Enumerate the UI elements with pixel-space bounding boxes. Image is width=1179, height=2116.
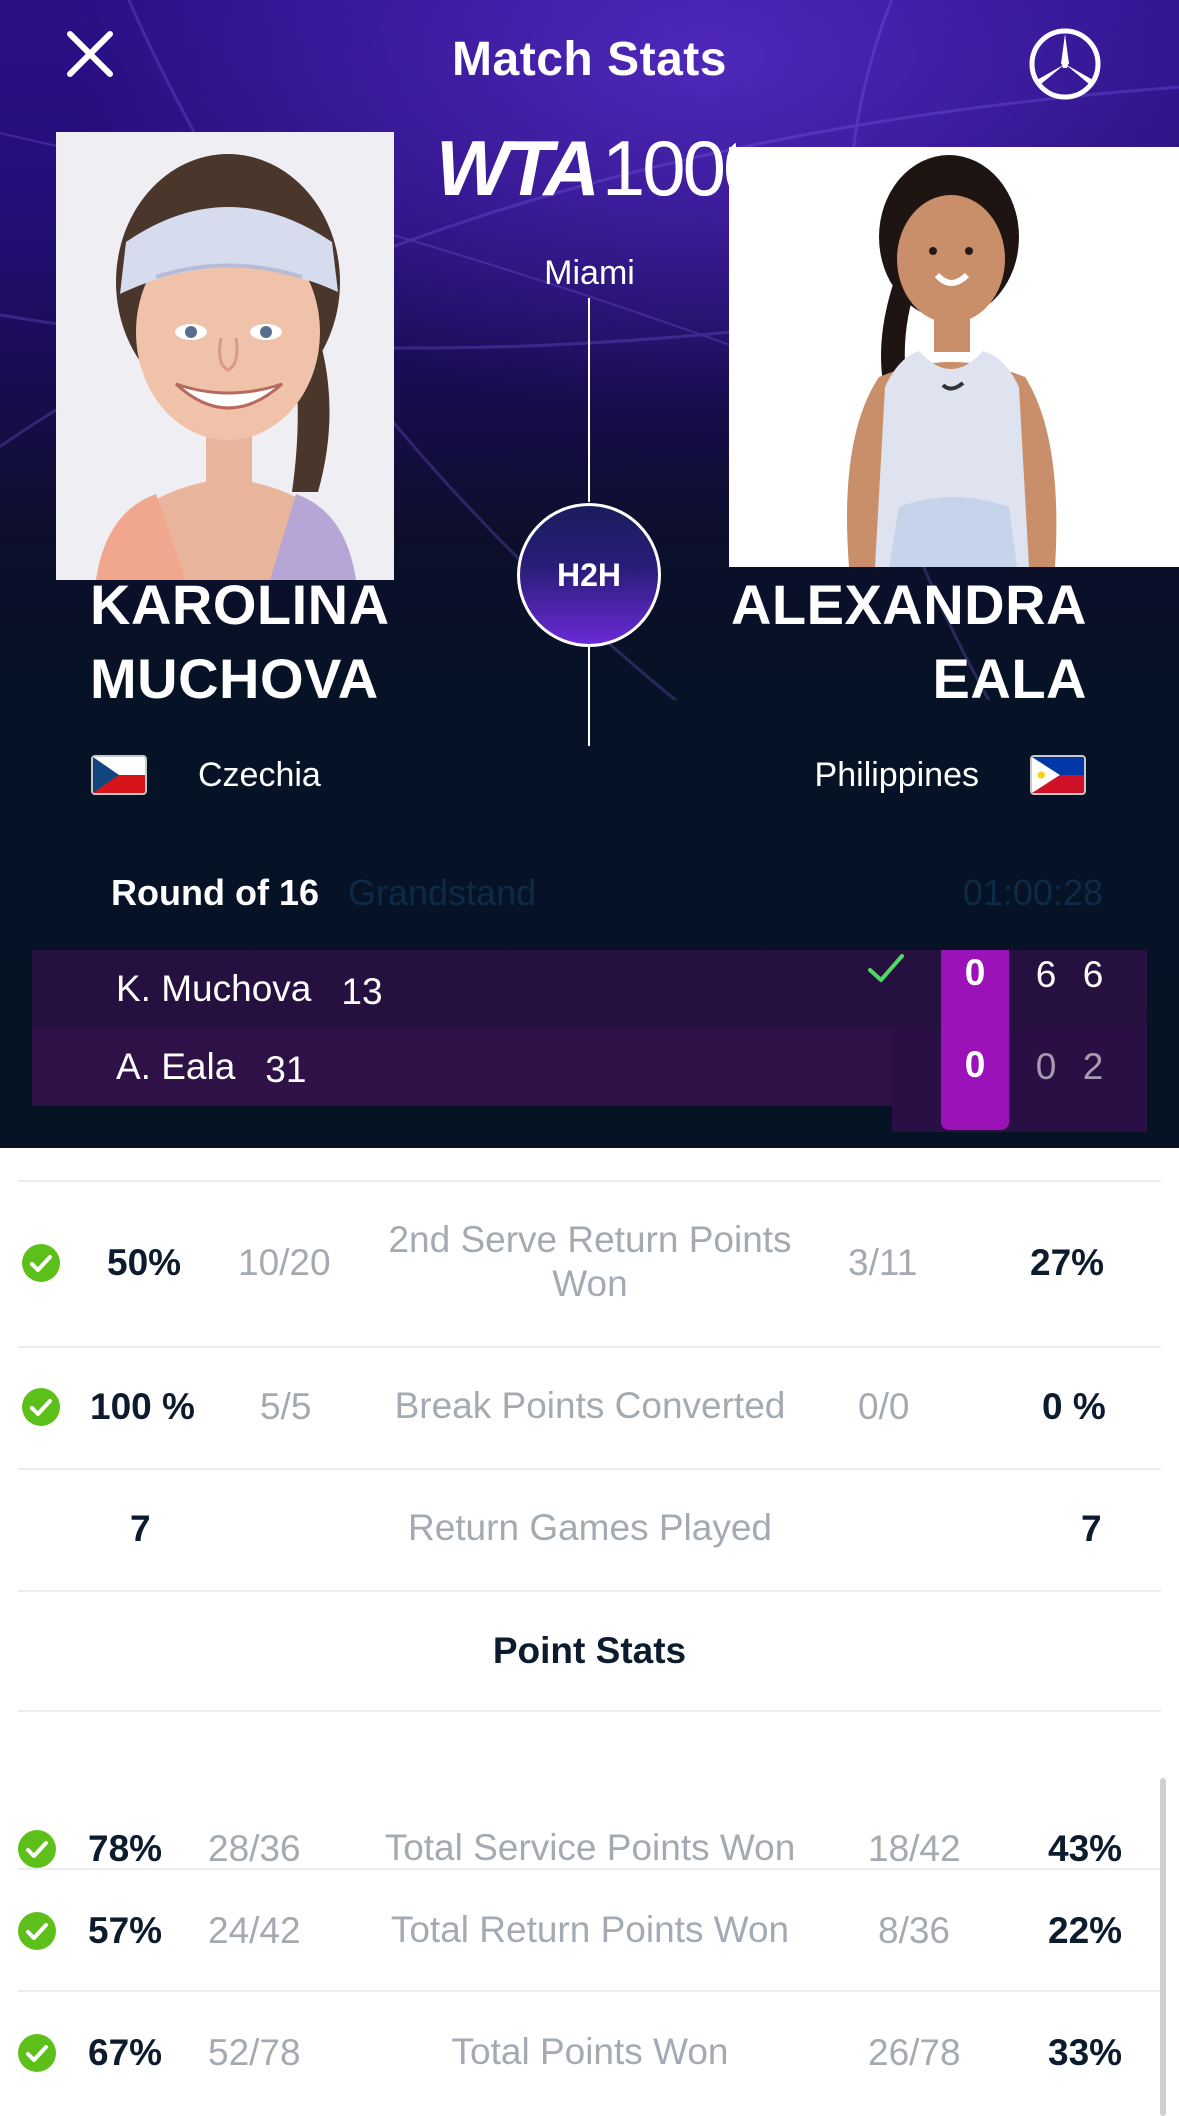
- stat-left-frac: 10/20: [238, 1242, 331, 1283]
- stat-left-pct: 57%: [88, 1910, 163, 1951]
- stat-row-2nd-serve-return: 50% 10/20 2nd Serve Return Points Won 3/…: [18, 1180, 1161, 1312]
- divider-line-top: [588, 298, 590, 502]
- stat-right-pct: 33%: [1048, 2032, 1123, 2073]
- country-right: Philippines: [814, 756, 979, 794]
- stat-right-pct: 7: [1081, 1508, 1102, 1549]
- stat-right-frac: 8/36: [878, 1910, 951, 1951]
- stat-left-frac: 28/36: [208, 1828, 301, 1869]
- stat-left-frac: 5/5: [260, 1386, 312, 1427]
- set-score: 6: [1082, 954, 1104, 995]
- player-photo-right: [729, 147, 1179, 567]
- round-label: Round of 16: [111, 872, 319, 913]
- score-player-name: K. Muchova: [116, 968, 312, 1009]
- scrollbar[interactable]: [1160, 1778, 1166, 2116]
- divider-line-bottom: [588, 646, 590, 746]
- stat-left-pct: 50%: [107, 1242, 182, 1283]
- page-title: Match Stats: [452, 33, 727, 86]
- check-circle-icon: [18, 2034, 56, 2072]
- court-label: Grandstand: [348, 872, 537, 913]
- stat-label: Break Points Converted: [394, 1385, 786, 1426]
- stat-row-total-return-points: 57% 24/42 Total Return Points Won 8/36 2…: [18, 1868, 1161, 1988]
- divider: [18, 1710, 1161, 1712]
- stat-right-pct: 0 %: [1042, 1386, 1106, 1427]
- philippines-flag-icon: [1030, 755, 1086, 795]
- stat-label: Total Service Points Won: [384, 1827, 796, 1868]
- stat-left-pct: 100 %: [90, 1386, 195, 1427]
- venue-name: Miami: [544, 254, 635, 292]
- stat-left-frac: 52/78: [208, 2032, 301, 2073]
- set-score: 0: [1035, 1046, 1057, 1087]
- mercedes-star-icon[interactable]: [1027, 26, 1103, 102]
- score-player-seed: 31: [265, 1049, 307, 1090]
- stat-label: Total Points Won: [451, 2031, 729, 2072]
- czechia-flag-icon: [91, 755, 147, 795]
- winner-check-icon: [866, 950, 906, 986]
- stat-right-frac: 18/42: [868, 1828, 961, 1869]
- score-row: K. Muchova 13: [32, 950, 892, 1028]
- wta-1000-logo: WTA1000: [436, 128, 736, 208]
- stat-left-frac: 24/42: [208, 1910, 301, 1951]
- player-portrait-eala: [729, 147, 1179, 567]
- current-game-score: 0: [964, 952, 986, 993]
- country-left: Czechia: [198, 756, 321, 794]
- divider: [18, 1590, 1161, 1592]
- score-row: A. Eala 31: [32, 1028, 892, 1106]
- stat-row-break-points-converted: 100 % 5/5 Break Points Converted 0/0 0 %: [18, 1346, 1161, 1466]
- check-circle-icon: [22, 1244, 60, 1282]
- stat-left-pct: 7: [130, 1508, 151, 1549]
- set-score: 2: [1082, 1046, 1104, 1087]
- stat-label: Total Return Points Won: [390, 1909, 790, 1950]
- stat-right-frac: 26/78: [868, 2032, 961, 2073]
- score-player-name: A. Eala: [116, 1046, 236, 1087]
- stat-label: Return Games Played: [407, 1507, 772, 1548]
- match-duration: 01:00:28: [962, 872, 1103, 913]
- stat-left-pct: 67%: [88, 2032, 163, 2073]
- set-score: 6: [1035, 954, 1057, 995]
- stat-row-return-games-played: 7 Return Games Played 7: [18, 1468, 1161, 1588]
- h2h-button[interactable]: H2H: [517, 503, 661, 647]
- player-photo-left: [56, 132, 394, 580]
- stat-right-frac: 3/11: [848, 1242, 918, 1283]
- stats-list[interactable]: 50% 10/20 2nd Serve Return Points Won 3/…: [18, 1148, 1161, 2116]
- stat-right-pct: 22%: [1048, 1910, 1123, 1951]
- player-name-left[interactable]: KAROLINA MUCHOVA: [90, 568, 390, 716]
- stat-right-frac: 0/0: [858, 1386, 910, 1427]
- stat-right-pct: 43%: [1048, 1828, 1123, 1869]
- check-circle-icon: [18, 1912, 56, 1950]
- player-name-right[interactable]: ALEXANDRA EALA: [731, 568, 1087, 716]
- check-circle-icon: [18, 1830, 56, 1868]
- current-game-score: 0: [964, 1044, 986, 1085]
- score-player-seed: 13: [341, 971, 383, 1012]
- stat-left-pct: 78%: [88, 1828, 163, 1869]
- check-circle-icon: [22, 1388, 60, 1426]
- stat-right-pct: 27%: [1030, 1242, 1105, 1283]
- stat-row-total-points: 67% 52/78 Total Points Won 26/78 33%: [18, 1990, 1161, 2110]
- player-portrait-muchova: [56, 132, 394, 580]
- section-title-point-stats: Point Stats: [492, 1630, 687, 1671]
- stat-label: 2nd Serve Return Points Won: [388, 1219, 792, 1304]
- match-header: Match Stats WTA100 Miami H2H KAROLINA MU…: [0, 0, 1179, 1148]
